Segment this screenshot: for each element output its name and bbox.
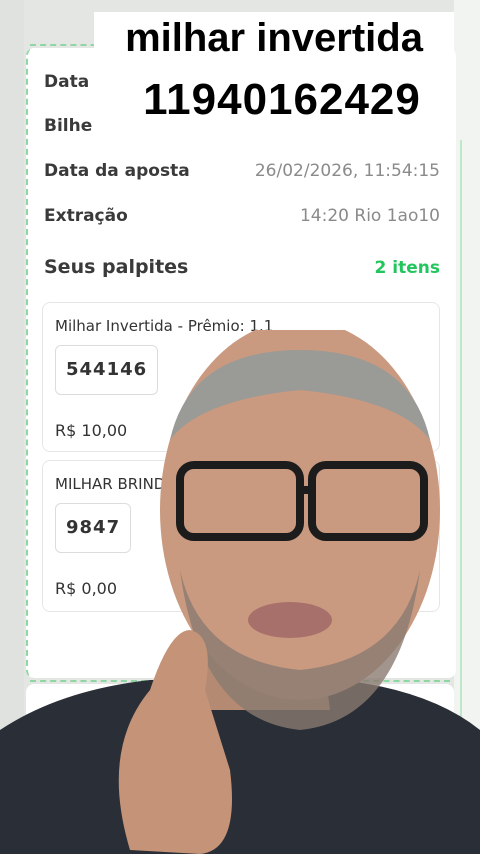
bet-price: R$ 0,00 bbox=[55, 579, 118, 598]
section-title: Seus palpites bbox=[44, 256, 189, 278]
row-value: 26/02/2026, 11:54:15 bbox=[254, 161, 440, 181]
bet-number: 9847 bbox=[55, 503, 132, 553]
row-label: Data da aposta bbox=[44, 161, 190, 181]
bet-item-card[interactable]: Milhar Invertida - Prêmio: 1.1 544146 R$… bbox=[42, 302, 440, 452]
ticket-bottom-dashed-edge bbox=[30, 680, 450, 682]
bet-number: 544146 bbox=[55, 345, 159, 395]
right-accent-line bbox=[460, 140, 462, 740]
background-right bbox=[454, 0, 480, 854]
background-left bbox=[0, 0, 24, 854]
caption-line-2: 11940162429 bbox=[122, 72, 442, 128]
next-ticket bbox=[26, 684, 454, 854]
bet-price: R$ 10,00 bbox=[55, 421, 128, 440]
row-label: Extração bbox=[44, 206, 128, 226]
row-value: 14:20 Rio 1ao10 bbox=[299, 206, 440, 226]
items-count: 2 itens bbox=[374, 258, 440, 278]
bet-ticket: Data Bilhe Data da aposta 26/02/2026, 11… bbox=[26, 48, 456, 678]
bet-item-title: Milhar Invertida - Prêmio: 1.1 bbox=[55, 317, 274, 335]
caption-overlay: milhar invertida 11940162429 bbox=[0, 12, 480, 128]
bet-item-title: MILHAR BRIND bbox=[55, 475, 166, 493]
caption-line-1: milhar invertida bbox=[94, 12, 454, 64]
bet-item-card[interactable]: MILHAR BRIND 9847 R$ 0,00 bbox=[42, 460, 440, 612]
